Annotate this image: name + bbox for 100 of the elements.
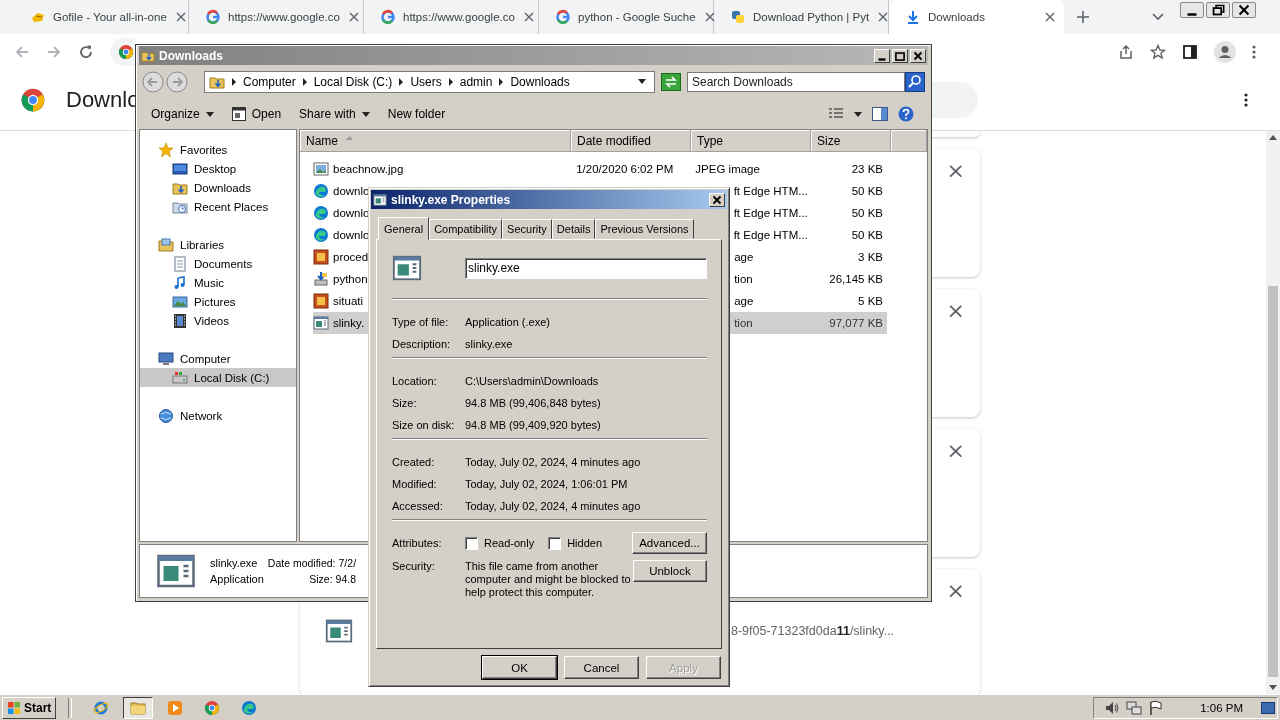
dialog-button[interactable]: Cancel	[564, 656, 639, 679]
caret-icon[interactable]	[1152, 13, 1164, 21]
close-button[interactable]	[1232, 2, 1256, 18]
file-name[interactable]: proced	[333, 251, 369, 263]
nav-item[interactable]: Local Disk (C:)	[140, 368, 296, 387]
nav-item[interactable]: Libraries	[140, 235, 296, 254]
maximize-button[interactable]	[892, 48, 908, 63]
refresh-icon[interactable]	[661, 73, 681, 91]
breadcrumb-item[interactable]: Users	[410, 75, 442, 89]
side-panel-icon[interactable]	[1182, 44, 1198, 60]
file-name[interactable]: situati	[333, 295, 364, 307]
scroll-up-icon[interactable]	[1269, 135, 1277, 140]
menu-icon[interactable]	[1252, 44, 1256, 60]
search-icon[interactable]	[905, 72, 925, 92]
nav-item[interactable]: Videos	[140, 311, 296, 330]
file-name-field[interactable]: slinky.exe	[465, 257, 707, 279]
dialog-tab[interactable]: Compatibility	[429, 219, 503, 239]
new-tab-icon[interactable]	[1076, 10, 1090, 24]
nav-item[interactable]: Desktop	[140, 159, 296, 178]
toolbar-button[interactable]: Share with	[297, 107, 372, 121]
show-desktop-icon[interactable]	[1261, 700, 1275, 715]
preview-pane-icon[interactable]	[872, 107, 888, 121]
close-icon[interactable]	[175, 12, 186, 22]
minimize-button[interactable]	[1180, 2, 1204, 18]
file-type: tion	[734, 273, 753, 285]
remove-button[interactable]: ×	[946, 159, 965, 183]
menu-icon[interactable]	[1244, 92, 1248, 108]
close-icon[interactable]	[704, 12, 715, 22]
dialog-tab[interactable]: Details	[551, 219, 596, 239]
file-name[interactable]: python	[333, 273, 368, 285]
network-icon[interactable]	[1126, 699, 1143, 716]
file-name[interactable]: beachnow.jpg	[333, 163, 404, 175]
address-bar[interactable]: Computer Local Disk (C:) Users admin Downloads	[204, 71, 655, 93]
chevron-icon	[447, 78, 454, 86]
restore-button[interactable]	[1206, 2, 1230, 18]
dialog-tab[interactable]: General	[378, 217, 430, 240]
advanced-button[interactable]: Advanced...	[632, 532, 707, 554]
dialog-tab[interactable]: Security	[502, 219, 552, 239]
breadcrumb-item[interactable]: Downloads	[510, 75, 570, 89]
globe-icon	[158, 407, 174, 424]
column-header[interactable]: Size	[811, 130, 891, 152]
remove-button[interactable]: ×	[946, 299, 965, 323]
search-field[interactable]: Search Downloads	[687, 72, 905, 92]
file-link[interactable]: 8-9f05-71323fd0da11/slinky...	[731, 624, 895, 638]
dialog-tab[interactable]: Previous Versions	[595, 219, 694, 239]
close-icon[interactable]	[878, 12, 889, 22]
nav-item[interactable]: Music	[140, 273, 296, 292]
file-size: 50 KB	[851, 207, 883, 219]
remove-button[interactable]: ×	[946, 439, 965, 463]
search-field[interactable]	[932, 82, 978, 118]
remove-button[interactable]: ×	[946, 579, 965, 603]
toolbar-button[interactable]: Organize	[149, 107, 216, 121]
close-icon[interactable]	[348, 12, 359, 22]
caret-icon[interactable]	[854, 111, 862, 117]
help-icon[interactable]	[898, 106, 914, 122]
star-icon[interactable]	[1150, 44, 1166, 60]
installer-icon	[313, 271, 329, 287]
nav-item[interactable]: Computer	[140, 349, 296, 368]
property-label: Description:	[392, 338, 452, 350]
nav-item[interactable]: Network	[140, 406, 296, 425]
file-name[interactable]: downlo	[333, 207, 370, 219]
reload-icon[interactable]	[78, 44, 94, 60]
file-name[interactable]: downlo	[333, 229, 370, 241]
column-header[interactable]: Date modified	[571, 130, 691, 152]
nav-item[interactable]: Documents	[140, 254, 296, 273]
nav-item[interactable]: Recent Places	[140, 197, 296, 216]
address-bar[interactable]	[110, 38, 135, 66]
column-header[interactable]: Type	[691, 130, 811, 152]
start-button[interactable]: Start	[2, 696, 57, 719]
dropdown-icon[interactable]	[638, 79, 646, 85]
close-icon[interactable]	[523, 12, 534, 22]
clock[interactable]: 1:06 PM	[1200, 701, 1243, 714]
nav-item[interactable]: Favorites	[140, 140, 296, 159]
application-icon	[373, 192, 387, 207]
share-icon[interactable]	[1118, 44, 1134, 60]
toolbar-button[interactable]: New folder	[385, 107, 448, 121]
file-type: age	[734, 295, 754, 307]
unblock-button[interactable]: Unblock	[632, 560, 707, 582]
browser-tab[interactable]: Downloads	[889, 0, 1064, 34]
flag-icon[interactable]	[1148, 699, 1165, 716]
column-header[interactable]: Name	[300, 130, 571, 152]
nav-item[interactable]: Pictures	[140, 292, 296, 311]
scroll-down-icon[interactable]	[1269, 685, 1277, 690]
dialog-button[interactable]: OK	[482, 656, 557, 679]
nav-item[interactable]: Downloads	[140, 178, 296, 197]
file-name[interactable]: downlo	[333, 185, 370, 197]
breadcrumb-item[interactable]: Computer	[243, 75, 296, 89]
folder-icon	[130, 699, 147, 716]
close-icon[interactable]	[1045, 12, 1055, 22]
scroll-thumb[interactable]	[1268, 286, 1278, 677]
checkbox[interactable]: Read-only	[465, 536, 535, 550]
file-name[interactable]: slinky.	[333, 317, 365, 329]
taskbar-app[interactable]	[123, 696, 154, 719]
scrollbar[interactable]	[1266, 131, 1280, 694]
profile-icon[interactable]	[1214, 41, 1236, 63]
breadcrumb-item[interactable]: admin	[459, 75, 493, 89]
breadcrumb-item[interactable]: Local Disk (C:)	[313, 75, 393, 89]
view-options-icon[interactable]	[828, 107, 844, 121]
toolbar-button[interactable]: Open	[229, 107, 284, 121]
checkbox[interactable]: Hidden	[548, 536, 602, 550]
